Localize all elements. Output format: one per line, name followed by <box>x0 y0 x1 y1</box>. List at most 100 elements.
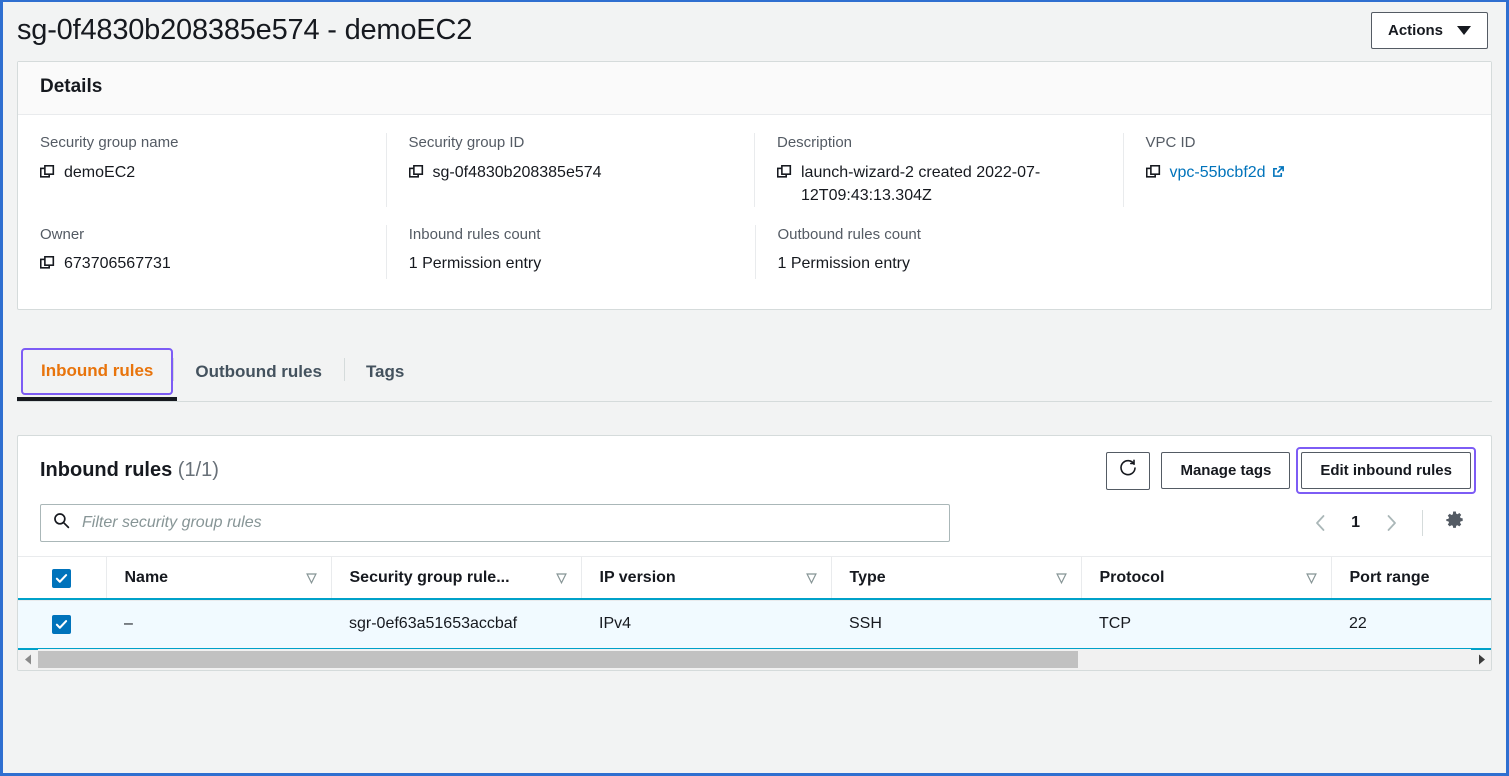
cell-ip-version: IPv4 <box>581 600 831 649</box>
detail-spacer <box>1123 225 1491 279</box>
sort-icon: ▽ <box>806 570 817 586</box>
tab-tags[interactable]: Tags <box>343 344 426 401</box>
copy-icon[interactable] <box>39 255 55 278</box>
manage-tags-button[interactable]: Manage tags <box>1161 452 1291 490</box>
detail-label: Description <box>777 134 853 151</box>
column-header-name[interactable]: Name ▽ <box>105 555 331 601</box>
horizontal-scrollbar[interactable] <box>18 648 1491 670</box>
pagination: 1 <box>1303 506 1471 540</box>
table-settings-button[interactable] <box>1437 506 1471 540</box>
next-page-button[interactable] <box>1374 506 1408 540</box>
detail-text: 673706567731 <box>64 255 171 273</box>
refresh-button[interactable] <box>1106 451 1151 490</box>
detail-owner: Owner 673706567731 <box>18 225 386 279</box>
filter-row: 1 <box>18 490 1491 556</box>
detail-value: 673706567731 <box>39 252 364 278</box>
detail-value: launch-wizard-2 created 2022-07-12T09:43… <box>776 161 1101 207</box>
search-box[interactable] <box>40 503 950 542</box>
table-header-row: Name ▽ Security group rule... ▽ IP versi… <box>18 555 1491 601</box>
inbound-rules-table: Name ▽ Security group rule... ▽ IP versi… <box>18 555 1491 651</box>
detail-label: Outbound rules count <box>777 225 921 243</box>
copy-icon[interactable] <box>776 164 792 187</box>
select-all-checkbox[interactable] <box>52 568 71 588</box>
copy-icon[interactable] <box>39 164 55 187</box>
panel-title-text: Inbound rules <box>40 459 173 482</box>
edit-inbound-rules-button[interactable]: Edit inbound rules <box>1301 452 1471 490</box>
sort-icon: ▽ <box>306 570 317 586</box>
detail-outbound-rules-count: Outbound rules count 1 Permission entry <box>754 224 1124 279</box>
cell-port-range: 22 <box>1331 600 1491 649</box>
detail-label: VPC ID <box>1145 134 1196 151</box>
external-link-icon[interactable] <box>1271 163 1286 186</box>
column-header-type[interactable]: Type ▽ <box>830 555 1081 601</box>
cell-name: – <box>106 600 331 649</box>
table-head: Name ▽ Security group rule... ▽ IP versi… <box>18 555 1491 601</box>
tab-inbound-rules[interactable]: Inbound rules <box>16 347 178 401</box>
tab-label: Tags <box>365 362 405 382</box>
panel-actions: Manage tags Edit inbound rules <box>1106 447 1476 495</box>
panel-count: (1/1) <box>177 459 219 482</box>
tab-label: Inbound rules <box>41 361 154 381</box>
actions-button-label: Actions <box>1387 22 1443 39</box>
column-label: IP version <box>599 569 676 587</box>
column-label: Protocol <box>1099 569 1165 587</box>
table-body: – sgr-0ef63a51653accbaf IPv4 SSH TCP 22 <box>18 598 1491 651</box>
details-heading: Details <box>40 76 103 97</box>
page-header: sg-0f4830b208385e574 - demoEC2 Actions <box>3 2 1506 61</box>
details-row-2: Owner 673706567731 Inbound rules count 1… <box>18 215 1491 309</box>
edit-inbound-rules-wrapper: Edit inbound rules <box>1296 447 1476 495</box>
tab-label: Outbound rules <box>195 362 322 382</box>
search-icon <box>53 512 70 534</box>
row-checkbox[interactable] <box>52 614 71 634</box>
column-header-ip-version[interactable]: IP version ▽ <box>580 555 831 601</box>
column-label: Security group rule... <box>349 569 510 587</box>
tab-bar: Inbound rules Outbound rules Tags <box>16 344 1492 402</box>
detail-text: 1 Permission entry <box>408 255 542 273</box>
sort-icon: ▽ <box>556 570 567 586</box>
copy-icon[interactable] <box>408 164 424 187</box>
sort-icon: ▽ <box>1306 570 1317 586</box>
cell-protocol: TCP <box>1081 600 1331 649</box>
security-group-detail-page: sg-0f4830b208385e574 - demoEC2 Actions D… <box>0 0 1509 776</box>
search-input[interactable] <box>80 512 937 533</box>
tab-outbound-rules[interactable]: Outbound rules <box>173 344 344 401</box>
column-label: Type <box>849 569 886 587</box>
detail-label: Inbound rules count <box>408 225 541 243</box>
previous-page-button[interactable] <box>1303 506 1337 540</box>
scroll-left-arrow[interactable] <box>18 650 38 670</box>
refresh-icon <box>1118 458 1138 483</box>
select-all-header <box>18 555 106 601</box>
table-row[interactable]: – sgr-0ef63a51653accbaf IPv4 SSH TCP 22 <box>18 598 1491 651</box>
page-number[interactable]: 1 <box>1341 514 1370 532</box>
detail-value: 1 Permission entry <box>409 252 733 275</box>
cell-security-group-rule-id: sgr-0ef63a51653accbaf <box>331 600 581 649</box>
detail-value: demoEC2 <box>39 161 364 187</box>
column-label: Port range <box>1349 569 1430 587</box>
panel-header: Inbound rules (1/1) Manage tags Edit inb… <box>18 436 1491 495</box>
detail-vpc-id: VPC ID vpc-55bcbf2d <box>1122 133 1492 207</box>
column-header-security-group-rule-id[interactable]: Security group rule... ▽ <box>330 555 581 601</box>
gear-icon <box>1444 510 1465 536</box>
detail-text: 1 Permission entry <box>777 255 911 273</box>
column-header-port-range[interactable]: Port range <box>1330 555 1491 601</box>
detail-label: Owner <box>40 225 85 243</box>
copy-icon[interactable] <box>1145 164 1161 187</box>
scrollbar-thumb[interactable] <box>38 651 1078 669</box>
divider <box>1422 509 1423 536</box>
column-header-protocol[interactable]: Protocol ▽ <box>1080 555 1331 601</box>
scroll-right-arrow[interactable] <box>1471 650 1491 670</box>
detail-security-group-id: Security group ID sg-0f4830b208385e574 <box>385 133 755 207</box>
scrollbar-track[interactable] <box>38 649 1471 670</box>
actions-button[interactable]: Actions <box>1370 12 1488 49</box>
detail-label: Security group name <box>40 134 179 151</box>
details-card-header: Details <box>18 62 1491 115</box>
detail-text: sg-0f4830b208385e574 <box>432 163 602 181</box>
vpc-id-link[interactable]: vpc-55bcbf2d <box>1170 164 1266 181</box>
detail-text: launch-wizard-2 created 2022-07-12T09:43… <box>801 163 1041 204</box>
cell-type: SSH <box>831 600 1081 649</box>
detail-value: sg-0f4830b208385e574 <box>408 161 733 187</box>
detail-security-group-name: Security group name demoEC2 <box>18 133 386 207</box>
inbound-rules-panel: Inbound rules (1/1) Manage tags Edit inb… <box>17 434 1492 671</box>
detail-text: demoEC2 <box>64 163 136 181</box>
column-label: Name <box>124 569 169 587</box>
